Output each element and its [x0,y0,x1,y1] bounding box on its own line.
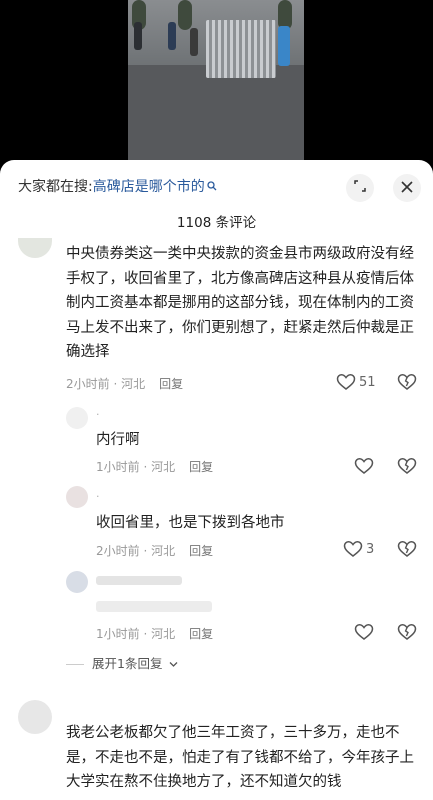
person [278,26,290,66]
expand-replies-button[interactable]: 展开1条回复 [66,653,178,672]
avatar[interactable] [66,571,88,593]
video-frame [128,0,304,160]
broken-heart-icon [397,540,417,558]
reply-meta: 2小时前 · 河北 回复 [96,542,213,559]
comment-count: 1108 条评论 [176,215,257,231]
expand-replies-label: 展开1条回复 [92,656,163,671]
reply-time: 1小时前 · 河北 [96,460,176,474]
avatar[interactable] [66,486,88,508]
close-button[interactable] [393,174,421,202]
heart-icon [336,373,356,391]
tree [178,0,192,30]
reply-text: 内行啊 [96,432,140,448]
retractable-gate [206,20,276,78]
person [168,22,176,50]
comment-sheet: 大家都在搜:高碑店是哪个市的 1108 条评论 中央债券类这一类中央拨款的资金县… [0,160,433,800]
blurred-username [96,576,182,585]
avatar[interactable] [66,407,88,429]
like-button[interactable]: 51 [336,373,376,391]
person [134,22,142,50]
search-keyword[interactable]: 高碑店是哪个市的 [93,179,205,195]
heart-icon [354,623,374,641]
dislike-button[interactable] [397,457,417,475]
divider-line [66,664,84,665]
avatar[interactable] [18,700,52,734]
reply-button[interactable]: 回复 [189,627,213,641]
comment-meta: 2小时前 · 河北 回复 [66,375,183,392]
comment-time: 2小时前 · 河北 [66,377,146,391]
chevron-down-icon [165,656,178,671]
reply-meta: 1小时前 · 河北 回复 [96,625,213,642]
search-prefix: 大家都在搜: [18,179,93,195]
comment-text: 我老公老板都欠了他三年工资了，三十多万，走也不是，不走也不是，怕走了有了钱都不给… [66,725,414,790]
broken-heart-icon [397,457,417,475]
reply-time: 2小时前 · 河北 [96,544,176,558]
expand-icon [353,179,367,197]
reply-button[interactable]: 回复 [189,460,213,474]
broken-heart-icon [397,623,417,641]
person [190,28,198,56]
avatar[interactable] [18,238,52,258]
road [128,65,304,160]
dislike-button[interactable] [397,373,417,391]
blurred-reply-text [96,601,212,612]
search-suggestion[interactable]: 大家都在搜:高碑店是哪个市的 [18,176,217,196]
like-button[interactable] [354,623,374,641]
broken-heart-icon [397,373,417,391]
reply-username[interactable]: · [96,408,100,421]
like-count: 3 [366,541,375,557]
like-button[interactable]: 3 [343,540,374,558]
like-count: 51 [359,374,376,390]
dislike-button[interactable] [397,623,417,641]
video-player[interactable] [0,0,433,168]
expand-button[interactable] [346,174,374,202]
reply-button[interactable]: 回复 [189,544,213,558]
search-icon [207,181,217,194]
comment-text: 中央债券类这一类中央拨款的资金县市两级政府没有经手权了，收回省里了，北方像高碑店… [66,246,414,360]
reply-username[interactable]: · [96,490,100,503]
reply-button[interactable]: 回复 [159,377,183,391]
like-button[interactable] [354,457,374,475]
reply-text: 收回省里，也是下拨到各地市 [96,515,285,531]
heart-icon [343,540,363,558]
reply-time: 1小时前 · 河北 [96,627,176,641]
dislike-button[interactable] [397,540,417,558]
reply-meta: 1小时前 · 河北 回复 [96,458,213,475]
heart-icon [354,457,374,475]
close-icon [401,179,413,197]
